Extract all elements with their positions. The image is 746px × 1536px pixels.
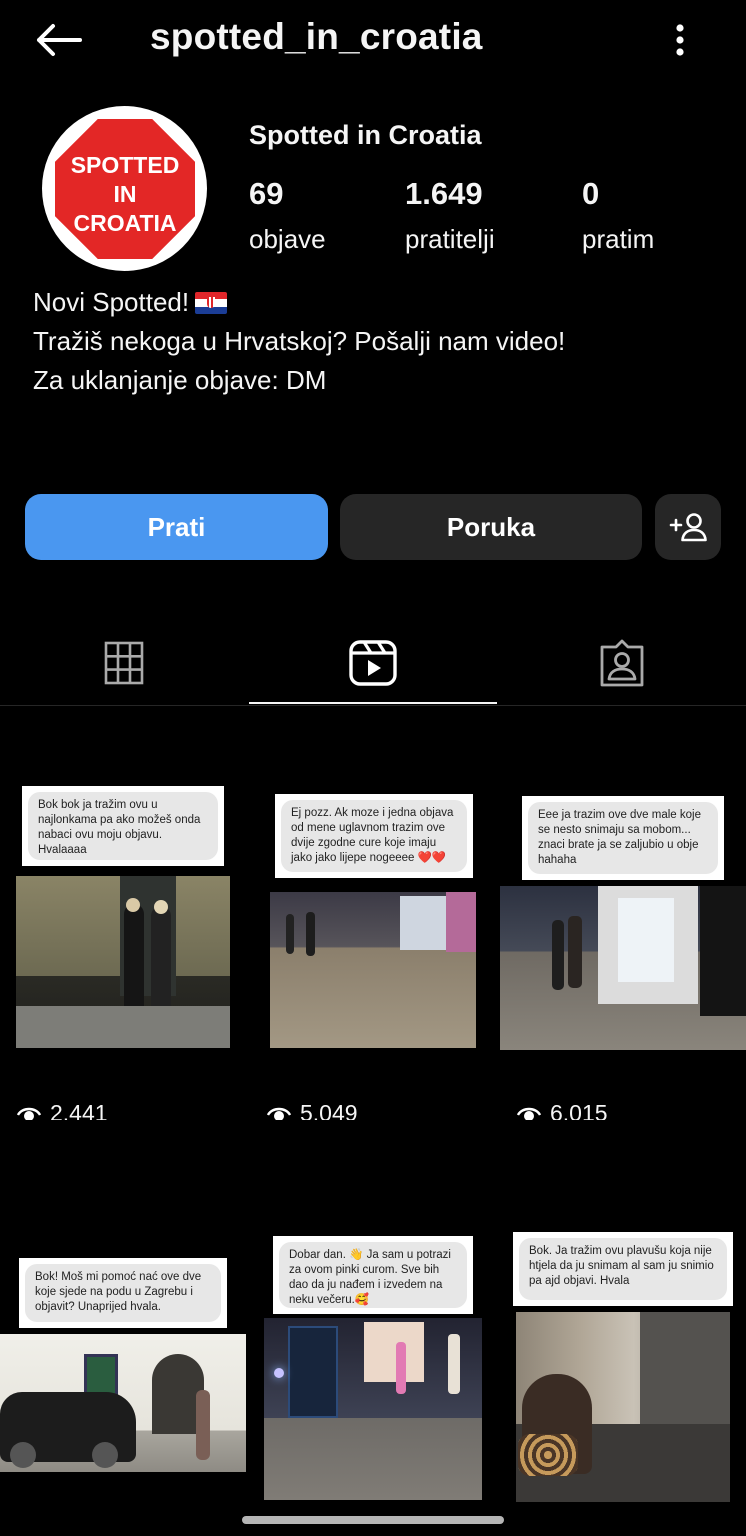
message-button[interactable]: Poruka [340,494,642,560]
tab-reels[interactable] [249,620,497,706]
profile-display-name: Spotted in Croatia [249,120,482,150]
active-tab-indicator [249,702,497,704]
bio-line-3: Za uklanjanje objave: DM [33,365,327,395]
reel-caption: Ej pozz. Ak moze i jedna objava od mene … [281,800,467,872]
profile-avatar[interactable]: SPOTTED IN CROATIA [42,106,207,271]
reel-photo [500,886,746,1050]
reel-thumbnail[interactable]: Dobar dan. 👋 Ja sam u potrazi za ovom pi… [250,1124,496,1536]
profile-username: spotted_in_croatia [150,16,483,57]
reel-photo [270,892,476,1048]
stat-following[interactable]: 0 pratim [582,176,654,255]
grid-icon [104,641,144,685]
reel-photo [264,1318,482,1500]
svg-text:CROATIA: CROATIA [73,210,176,236]
reel-thumbnail[interactable]: Bok. Ja tražim ovu plavušu koja nije htj… [500,1124,746,1536]
caption-card: Bok bok ja tražim ovu u najlonkama pa ak… [22,786,224,866]
eye-icon [516,1107,542,1120]
reel-photo [516,1312,730,1502]
eye-icon [266,1107,292,1120]
top-bar: spotted_in_croatia [0,0,746,80]
caption-card: Bok! Moš mi pomoć nać ove dve koje sjede… [19,1258,227,1328]
posts-label: objave [249,224,326,254]
caption-card: Bok. Ja tražim ovu plavušu koja nije htj… [513,1232,733,1306]
followers-label: pratitelji [405,224,495,254]
reel-thumbnail[interactable]: Bok! Moš mi pomoć nać ove dve koje sjede… [0,1124,246,1536]
svg-text:IN: IN [113,181,136,207]
posts-count: 69 [249,176,284,211]
reel-caption: Dobar dan. 👋 Ja sam u potrazi za ovom pi… [279,1242,467,1308]
tagged-person-icon [600,639,644,687]
reel-photo [0,1334,246,1472]
caption-card: Ej pozz. Ak moze i jedna objava od mene … [275,794,473,878]
more-options-button[interactable] [660,18,700,62]
reel-view-count: 5.049 [266,1100,358,1120]
svg-text:SPOTTED: SPOTTED [70,152,179,178]
reel-view-count: 2.441 [16,1100,108,1120]
stat-followers[interactable]: 1.649 pratitelji [405,176,495,255]
reels-grid: Bok bok ja tražim ovu u najlonkama pa ak… [0,706,746,1536]
profile-tabs [0,620,746,706]
reels-icon [349,640,397,686]
reel-thumbnail[interactable]: Bok bok ja tražim ovu u najlonkama pa ak… [0,706,246,1120]
eye-icon [16,1107,42,1120]
stat-posts[interactable]: 69 objave [249,176,326,255]
suggest-people-button[interactable] [655,494,721,560]
reel-thumbnail[interactable]: Eee ja trazim ove dve male koje se nesto… [500,706,746,1120]
view-count-text: 2.441 [50,1100,108,1120]
stop-sign-logo: SPOTTED IN CROATIA [50,114,199,263]
follow-button[interactable]: Prati [25,494,328,560]
arrow-left-icon [37,24,82,56]
tab-tagged[interactable] [498,620,746,706]
bio-line-1: Novi Spotted! [33,287,190,317]
croatia-flag-icon [195,292,228,314]
reel-caption: Bok! Moš mi pomoć nać ove dve koje sjede… [25,1264,221,1322]
reel-view-count: 6.015 [516,1100,608,1120]
followers-count: 1.649 [405,176,483,211]
add-person-icon [669,513,707,542]
view-count-text: 6.015 [550,1100,608,1120]
following-label: pratim [582,224,655,254]
profile-bio: Novi Spotted! Tražiš nekoga u Hrvatskoj?… [33,283,565,400]
reel-caption: Bok bok ja tražim ovu u najlonkama pa ak… [28,792,218,860]
bio-line-2: Tražiš nekoga u Hrvatskoj? Pošalji nam v… [33,326,566,356]
caption-card: Eee ja trazim ove dve male koje se nesto… [522,796,724,880]
back-button[interactable] [30,18,86,62]
more-vertical-icon [676,24,684,56]
following-count: 0 [582,176,600,211]
reel-thumbnail[interactable]: Ej pozz. Ak moze i jedna objava od mene … [250,706,496,1120]
tab-posts-grid[interactable] [0,620,248,706]
reel-caption: Eee ja trazim ove dve male koje se nesto… [528,802,718,874]
caption-card: Dobar dan. 👋 Ja sam u potrazi za ovom pi… [273,1236,473,1314]
reel-photo [16,876,230,1048]
view-count-text: 5.049 [300,1100,358,1120]
reel-caption: Bok. Ja tražim ovu plavušu koja nije htj… [519,1238,727,1300]
home-indicator[interactable] [242,1516,504,1524]
